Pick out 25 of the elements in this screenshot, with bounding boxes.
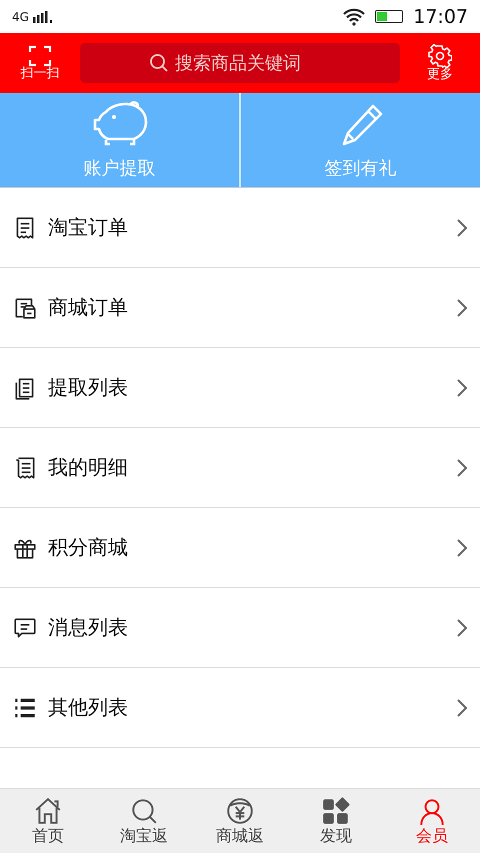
home-icon xyxy=(33,796,63,826)
signal-icon xyxy=(32,10,55,22)
chevron-icon xyxy=(456,378,468,398)
chevron-icon xyxy=(456,618,468,638)
battery-icon xyxy=(375,10,404,23)
scan-button[interactable]: 扫一扫 xyxy=(6,45,74,81)
chevron-icon xyxy=(456,218,468,238)
yen-coin-icon xyxy=(225,796,255,826)
wifi-icon xyxy=(343,8,366,26)
network-label: 4G xyxy=(12,10,29,24)
search-field[interactable]: 搜索商品关键词 xyxy=(80,43,400,83)
chevron-icon xyxy=(456,298,468,318)
tab[interactable]: 商城返 xyxy=(192,789,288,853)
settings-icon xyxy=(428,44,452,68)
tab[interactable]: 淘宝返 xyxy=(96,789,192,853)
tab[interactable]: 首页 xyxy=(0,789,96,853)
more-button[interactable]: 更多 xyxy=(406,44,474,82)
grid-icon xyxy=(321,796,351,826)
tab[interactable]: 发现 xyxy=(288,789,384,853)
scan-icon xyxy=(28,45,52,67)
clock: 17:07 xyxy=(413,6,468,28)
chevron-icon xyxy=(456,458,468,478)
chevron-icon xyxy=(456,698,468,718)
search-icon xyxy=(149,53,169,73)
chevron-icon xyxy=(456,538,468,558)
